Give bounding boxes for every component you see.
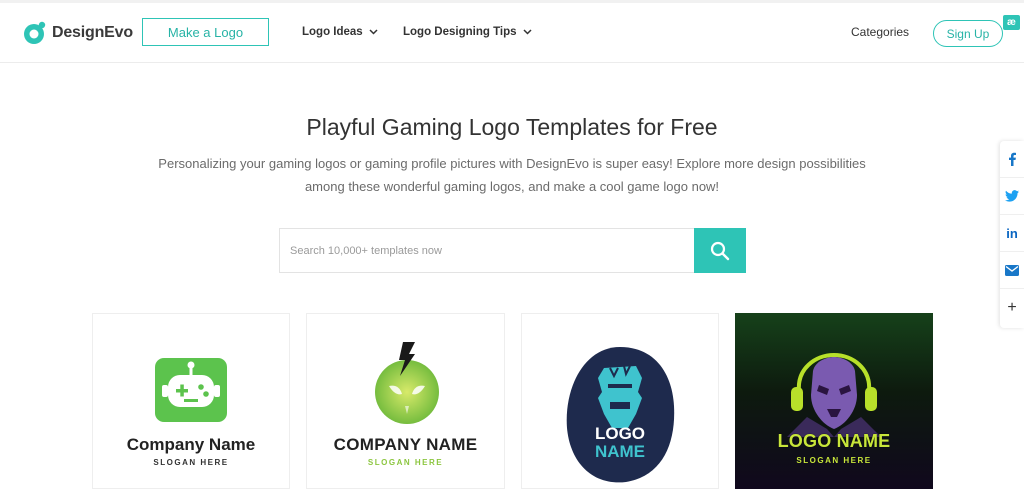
email-icon bbox=[1005, 264, 1019, 276]
game-controller-robot-icon bbox=[155, 358, 227, 422]
alien-lightning-icon bbox=[375, 342, 439, 424]
alien-gamer-headset-icon bbox=[787, 352, 881, 437]
designevo-logo-icon bbox=[22, 20, 48, 46]
template-company-name: COMPANY NAME bbox=[333, 435, 478, 454]
email-share-button[interactable] bbox=[1000, 252, 1024, 289]
ae-badge[interactable]: æ bbox=[1003, 15, 1020, 30]
facebook-icon bbox=[1009, 152, 1016, 166]
make-a-logo-button[interactable]: Make a Logo bbox=[142, 18, 269, 46]
linkedin-share-button[interactable]: in bbox=[1000, 215, 1024, 252]
plus-icon: + bbox=[1007, 298, 1017, 316]
page-title: Playful Gaming Logo Templates for Free bbox=[306, 114, 718, 140]
search-input[interactable] bbox=[279, 228, 694, 273]
site-header: DesignEvo Make a Logo Logo Ideas Logo De… bbox=[0, 3, 1024, 63]
nav-logo-designing-tips-label: Logo Designing Tips bbox=[403, 26, 517, 38]
brand-name: DesignEvo bbox=[52, 24, 133, 41]
search-bar bbox=[279, 228, 746, 273]
template-slogan: SLOGAN HERE bbox=[796, 456, 872, 465]
chevron-down-icon bbox=[369, 29, 378, 35]
search-icon bbox=[710, 241, 730, 260]
more-share-button[interactable]: + bbox=[1000, 289, 1024, 326]
template-company-name: Company Name bbox=[126, 435, 256, 454]
template-logo-text: LOGO bbox=[594, 424, 646, 443]
brand-logo[interactable]: DesignEvo bbox=[22, 20, 133, 46]
chevron-down-icon bbox=[522, 29, 532, 35]
sign-up-button[interactable]: Sign Up bbox=[933, 20, 1003, 47]
page-subtitle: Personalizing your gaming logos or gamin… bbox=[158, 156, 866, 194]
search-button[interactable] bbox=[694, 228, 746, 273]
template-name-text: NAME bbox=[594, 442, 646, 461]
template-card[interactable]: COMPANY NAME SLOGAN HERE bbox=[306, 313, 505, 489]
template-card[interactable]: LOGO NAME bbox=[521, 313, 719, 489]
social-share-bar: in + bbox=[1000, 141, 1024, 328]
nav-logo-ideas[interactable]: Logo Ideas bbox=[302, 26, 378, 38]
linkedin-icon: in bbox=[1006, 225, 1018, 241]
template-card[interactable]: LOGO NAME SLOGAN HERE bbox=[735, 313, 933, 489]
nav-categories[interactable]: Categories bbox=[851, 25, 909, 39]
nav-logo-designing-tips[interactable]: Logo Designing Tips bbox=[403, 26, 532, 38]
gamer-monster-icon bbox=[566, 347, 675, 483]
template-card[interactable]: Company Name SLOGAN HERE bbox=[92, 313, 290, 489]
twitter-icon bbox=[1005, 190, 1019, 202]
nav-logo-ideas-label: Logo Ideas bbox=[302, 26, 363, 38]
facebook-share-button[interactable] bbox=[1000, 141, 1024, 178]
template-logo-name: LOGO NAME bbox=[777, 431, 891, 451]
template-slogan: SLOGAN HERE bbox=[153, 458, 229, 467]
twitter-share-button[interactable] bbox=[1000, 178, 1024, 215]
template-slogan: SLOGAN HERE bbox=[367, 458, 444, 467]
